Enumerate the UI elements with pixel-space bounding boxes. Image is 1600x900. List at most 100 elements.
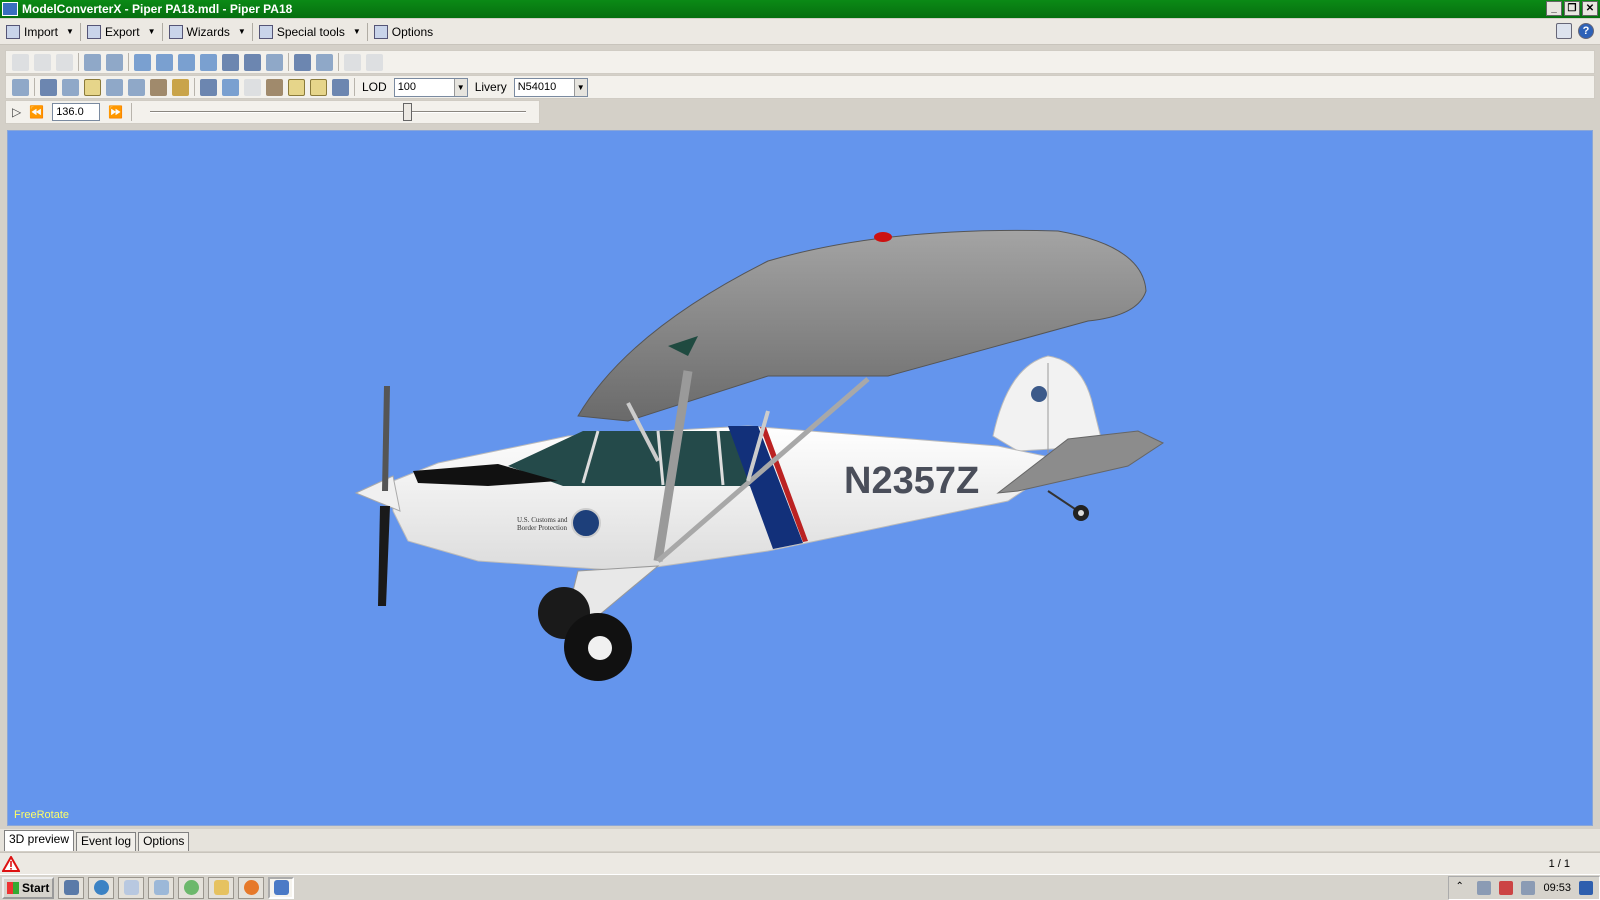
- taskbar-app-firefox[interactable]: [238, 876, 264, 899]
- attach-icon[interactable]: [200, 53, 217, 71]
- document-icon[interactable]: [56, 53, 73, 71]
- taskbar-app-browser[interactable]: [88, 876, 114, 899]
- minimize-button[interactable]: _: [1546, 1, 1562, 16]
- livery-label: Livery: [474, 80, 507, 94]
- tab-options[interactable]: Options: [138, 832, 190, 851]
- forward-arrow-icon[interactable]: [34, 53, 51, 71]
- taskbar-app-notes[interactable]: [148, 876, 174, 899]
- lights-icon[interactable]: [222, 78, 239, 96]
- livery-select[interactable]: N54010 ▼: [513, 77, 588, 97]
- slider-thumb[interactable]: [403, 103, 413, 121]
- window-title: ModelConverterX - Piper PA18.mdl - Piper…: [22, 2, 293, 16]
- tray-volume-icon[interactable]: [1521, 881, 1536, 895]
- status-bar: 1 / 1: [0, 852, 1600, 874]
- special-tools-menu[interactable]: Special tools ▼: [255, 21, 365, 43]
- texture-toggle-icon[interactable]: [150, 78, 167, 96]
- close-button[interactable]: ✕: [1582, 1, 1598, 16]
- object-editor-icon[interactable]: [178, 53, 195, 71]
- sphere-icon[interactable]: [332, 78, 349, 96]
- bounding-box-icon[interactable]: [128, 78, 145, 96]
- import-menu-label: Import: [24, 24, 59, 39]
- display-toolbar: LOD 100 ▼ Livery N54010 ▼: [5, 75, 1595, 99]
- taskbar-app-sync[interactable]: [178, 876, 204, 899]
- chevron-down-icon[interactable]: ▼: [453, 78, 467, 96]
- screenshot-icon[interactable]: [294, 53, 311, 71]
- export-menu[interactable]: Export ▼: [83, 21, 160, 43]
- start-label: Start: [22, 880, 50, 895]
- play-icon[interactable]: ▷: [12, 105, 21, 119]
- wireframe-icon[interactable]: [84, 78, 101, 96]
- grid-icon[interactable]: [40, 78, 57, 96]
- system-tray: ⌃ 09:53: [1448, 876, 1600, 900]
- page-indicator: 1 / 1: [1548, 857, 1570, 870]
- options-menu[interactable]: Options: [370, 21, 437, 43]
- taskbar-app-folder[interactable]: [208, 876, 234, 899]
- warning-triangle-icon[interactable]: [2, 855, 20, 872]
- taskbar-app-flightsim[interactable]: [58, 876, 84, 899]
- link-icon[interactable]: [266, 53, 283, 71]
- wizards-menu[interactable]: Wizards ▼: [165, 21, 250, 43]
- start-button[interactable]: Start: [2, 876, 54, 899]
- bones-icon[interactable]: [106, 78, 123, 96]
- background-icon[interactable]: [288, 78, 305, 96]
- import-menu[interactable]: Import ▼: [2, 21, 78, 43]
- 3d-viewport[interactable]: U.S. Customs and Border Protection N2357…: [7, 130, 1593, 826]
- properties-icon[interactable]: [316, 53, 333, 71]
- animation-slider[interactable]: [150, 102, 527, 122]
- tools-icon: [373, 24, 388, 39]
- os-taskbar: Start ⌃ 09:53: [0, 874, 1600, 900]
- gear-icon: [258, 24, 273, 39]
- solid-shading-icon[interactable]: [172, 78, 189, 96]
- app-icon: [2, 2, 18, 16]
- tab-3d-preview[interactable]: 3D preview: [4, 830, 75, 851]
- restore-button[interactable]: ❐: [1564, 1, 1580, 16]
- export-menu-label: Export: [104, 24, 140, 39]
- slider-track: [150, 111, 527, 113]
- livery-value: N54010: [517, 81, 557, 93]
- chevron-down-icon: ▼: [237, 27, 246, 36]
- import-icon: [6, 24, 20, 39]
- camera-icon[interactable]: [200, 78, 217, 96]
- taskbar-app-document[interactable]: [118, 876, 144, 899]
- chevron-down-icon[interactable]: ▼: [573, 78, 587, 96]
- sun-icon[interactable]: [310, 78, 327, 96]
- lod-value: 100: [397, 81, 417, 93]
- redo-icon[interactable]: [366, 53, 383, 71]
- material-editor-icon[interactable]: [134, 53, 151, 71]
- chevron-down-icon: ▼: [147, 27, 156, 36]
- help-icon[interactable]: ?: [1578, 23, 1594, 39]
- windows-flag-icon: [7, 881, 19, 894]
- taskbar-app-modelconverterx[interactable]: [268, 876, 294, 899]
- drawcall-icon[interactable]: [244, 53, 261, 71]
- panel-layout-icon[interactable]: [1556, 23, 1572, 39]
- tray-chevron-icon[interactable]: ⌃: [1455, 881, 1469, 895]
- tab-event-log[interactable]: Event log: [76, 832, 137, 851]
- normals-icon[interactable]: [62, 78, 79, 96]
- fuselage-text-line2: Border Protection: [517, 524, 567, 532]
- texture-list-icon[interactable]: [156, 53, 173, 71]
- lod-label: LOD: [362, 80, 387, 94]
- settings-wheel-icon[interactable]: [244, 78, 261, 96]
- fast-forward-icon[interactable]: ⏩: [108, 105, 123, 119]
- aircraft-render: U.S. Customs and Border Protection N2357…: [354, 229, 1165, 681]
- clock: 09:53: [1543, 882, 1571, 894]
- hierarchy-icon[interactable]: [106, 53, 123, 71]
- wizard-wand-icon: [168, 24, 183, 39]
- animation-toolbar: ▷ ⏪ 136.0 ⏩: [5, 100, 540, 124]
- lod-select[interactable]: 100 ▼: [393, 77, 468, 97]
- show-desktop-icon[interactable]: [1579, 881, 1593, 895]
- tray-network-icon[interactable]: [1499, 881, 1514, 895]
- animation-editor-icon[interactable]: [222, 53, 239, 71]
- view-mode-label: FreeRotate: [14, 809, 70, 821]
- undo-icon[interactable]: [344, 53, 361, 71]
- special-tools-menu-label: Special tools: [276, 24, 345, 39]
- cube-icon[interactable]: [266, 78, 283, 96]
- zoom-inspect-icon[interactable]: [84, 53, 101, 71]
- tray-camera-icon[interactable]: [1477, 881, 1492, 895]
- back-arrow-icon[interactable]: [12, 53, 29, 71]
- fit-view-icon[interactable]: [12, 78, 29, 96]
- aircraft-registration: N2357Z: [844, 460, 979, 502]
- chevron-down-icon: ▼: [66, 27, 74, 36]
- rewind-icon[interactable]: ⏪: [29, 105, 44, 119]
- animation-time-input[interactable]: 136.0: [52, 103, 101, 121]
